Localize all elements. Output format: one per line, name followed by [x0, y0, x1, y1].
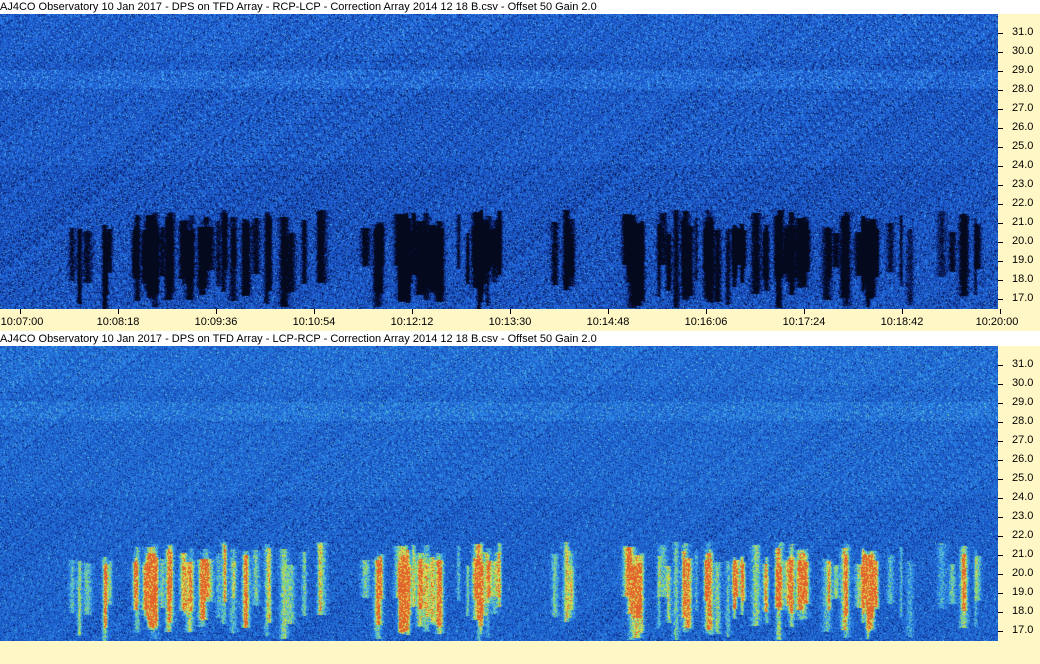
x-tick — [20, 309, 21, 314]
y-tick-label: 24.0 — [1012, 159, 1034, 171]
y-tick — [998, 204, 1003, 205]
y-tick — [998, 536, 1003, 537]
y-tick-label: 28.0 — [1012, 83, 1034, 95]
y-tick — [998, 128, 1003, 129]
y-tick-label: 20.0 — [1012, 235, 1034, 247]
time-axis: 10:07:00 10:08:18 10:09:36 10:10:54 10:12:12… — [0, 309, 1040, 331]
y-tick — [998, 498, 1003, 499]
y-tick-label: 31.0 — [1012, 26, 1034, 38]
y-tick-label: 21.0 — [1012, 216, 1034, 228]
x-tick-label: 10:09:36 — [194, 316, 238, 328]
x-tick — [706, 309, 707, 314]
y-tick-label: 18.0 — [1012, 273, 1034, 285]
y-tick-label: 24.0 — [1012, 491, 1034, 503]
x-tick-label: 10:12:12 — [390, 316, 434, 328]
x-tick — [216, 309, 217, 314]
x-tick — [1000, 309, 1001, 314]
y-tick-label: 20.0 — [1012, 567, 1034, 579]
y-tick — [998, 185, 1003, 186]
y-tick — [998, 422, 1003, 423]
y-tick — [998, 280, 1003, 281]
y-tick-label: 22.0 — [1012, 197, 1034, 209]
x-tick — [314, 309, 315, 314]
y-tick-label: 26.0 — [1012, 453, 1034, 465]
y-tick — [998, 261, 1003, 262]
y-tick-label: 29.0 — [1012, 396, 1034, 408]
y-tick — [998, 52, 1003, 53]
y-tick — [998, 90, 1003, 91]
y-tick-label: 26.0 — [1012, 121, 1034, 133]
y-tick-label: 23.0 — [1012, 178, 1034, 190]
y-tick — [998, 631, 1003, 632]
x-tick-label: 10:08:18 — [96, 316, 140, 328]
y-tick-label: 19.0 — [1012, 586, 1034, 598]
y-tick-label: 28.0 — [1012, 415, 1034, 427]
y-tick — [998, 384, 1003, 385]
y-tick — [998, 242, 1003, 243]
bottom-frequency-axis: 17.0 18.0 19.0 20.0 21.0 22.0 23.0 24.0 25.0 26.0… — [998, 346, 1040, 641]
y-tick-label: 22.0 — [1012, 529, 1034, 541]
y-tick-label: 25.0 — [1012, 472, 1034, 484]
y-tick-label: 17.0 — [1012, 624, 1034, 636]
bottom-chart-title: AJ4CO Observatory 10 Jan 2017 - DPS on T… — [0, 332, 597, 346]
top-frequency-axis: 17.0 18.0 19.0 20.0 21.0 22.0 23.0 24.0 25.0 26.0… — [998, 14, 1040, 309]
y-tick-label: 30.0 — [1012, 377, 1034, 389]
y-tick-label: 18.0 — [1012, 605, 1034, 617]
y-tick-label: 30.0 — [1012, 45, 1034, 57]
bottom-spectrogram — [0, 346, 998, 641]
y-tick — [998, 612, 1003, 613]
x-tick-label: 10:20:00 — [975, 316, 1019, 328]
y-tick-label: 19.0 — [1012, 254, 1034, 266]
y-tick-label: 31.0 — [1012, 358, 1034, 370]
y-tick — [998, 460, 1003, 461]
x-tick — [118, 309, 119, 314]
x-tick-label: 10:18:42 — [880, 316, 924, 328]
y-tick-label: 23.0 — [1012, 510, 1034, 522]
y-tick — [998, 223, 1003, 224]
x-tick-label: 10:17:24 — [782, 316, 826, 328]
x-tick-label: 10:14:48 — [586, 316, 630, 328]
y-tick — [998, 147, 1003, 148]
y-tick — [998, 593, 1003, 594]
y-tick — [998, 299, 1003, 300]
y-tick-label: 17.0 — [1012, 292, 1034, 304]
y-tick — [998, 71, 1003, 72]
y-tick — [998, 365, 1003, 366]
top-chart-title: AJ4CO Observatory 10 Jan 2017 - DPS on T… — [0, 0, 597, 14]
y-tick-label: 29.0 — [1012, 64, 1034, 76]
x-tick — [804, 309, 805, 314]
y-tick-label: 25.0 — [1012, 140, 1034, 152]
x-tick-label: 10:13:30 — [488, 316, 532, 328]
x-tick — [608, 309, 609, 314]
y-tick — [998, 479, 1003, 480]
y-tick — [998, 441, 1003, 442]
y-tick-label: 27.0 — [1012, 102, 1034, 114]
x-tick-label: 10:16:06 — [684, 316, 728, 328]
x-tick-label: 10:07:00 — [0, 316, 44, 328]
y-tick — [998, 574, 1003, 575]
y-tick — [998, 555, 1003, 556]
x-tick — [902, 309, 903, 314]
top-spectrogram — [0, 14, 998, 309]
y-tick — [998, 403, 1003, 404]
x-tick — [412, 309, 413, 314]
y-tick — [998, 517, 1003, 518]
y-tick — [998, 109, 1003, 110]
y-tick — [998, 33, 1003, 34]
y-tick-label: 21.0 — [1012, 548, 1034, 560]
x-tick-label: 10:10:54 — [292, 316, 336, 328]
y-tick — [998, 166, 1003, 167]
x-tick — [510, 309, 511, 314]
bottom-time-axis — [0, 641, 1040, 663]
y-tick-label: 27.0 — [1012, 434, 1034, 446]
